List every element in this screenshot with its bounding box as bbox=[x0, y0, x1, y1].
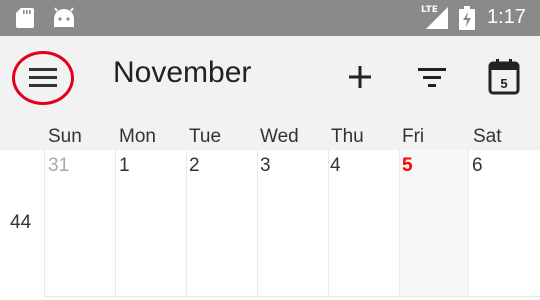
day-cell-thu[interactable]: 4 bbox=[328, 150, 399, 296]
today-day-number: 5 bbox=[500, 76, 507, 91]
add-event-button[interactable] bbox=[343, 60, 377, 94]
weekday-tue: Tue bbox=[189, 126, 222, 147]
weekday-fri: Fri bbox=[402, 126, 425, 147]
filter-button[interactable] bbox=[413, 60, 451, 94]
weekday-mon: Mon bbox=[119, 126, 156, 147]
day-cell-tue[interactable]: 2 bbox=[186, 150, 257, 296]
day-cell-wed[interactable]: 3 bbox=[257, 150, 328, 296]
day-cell-fri-today[interactable]: 5 bbox=[399, 150, 469, 296]
weekday-thu: Thu bbox=[331, 126, 364, 147]
day-cell-sun[interactable]: 31 bbox=[44, 150, 115, 296]
android-icon bbox=[54, 7, 74, 27]
weekday-sun: Sun bbox=[48, 126, 82, 147]
calendar-today-icon: 5 bbox=[488, 59, 520, 95]
day-number: 6 bbox=[472, 155, 483, 176]
plus-icon bbox=[349, 66, 371, 88]
today-button[interactable]: 5 bbox=[485, 56, 523, 98]
day-number: 3 bbox=[260, 155, 271, 176]
week-number: 44 bbox=[10, 212, 32, 233]
day-number: 1 bbox=[119, 155, 130, 176]
signal-icon bbox=[426, 7, 448, 29]
day-number: 2 bbox=[189, 155, 200, 176]
weekday-wed: Wed bbox=[260, 126, 299, 147]
today-day-number: 5 bbox=[402, 155, 413, 176]
day-number: 4 bbox=[330, 155, 341, 176]
weekday-sat: Sat bbox=[473, 126, 502, 147]
week-row: 44 31 1 2 3 4 5 6 bbox=[0, 150, 540, 300]
day-cell-sat[interactable]: 6 bbox=[469, 150, 540, 296]
status-time: 1:17 bbox=[487, 6, 526, 28]
menu-button[interactable] bbox=[12, 51, 74, 105]
battery-charging-icon bbox=[459, 6, 475, 30]
weekday-header: Sun Mon Tue Wed Thu Fri Sat bbox=[0, 120, 540, 150]
filter-icon bbox=[418, 68, 446, 87]
app-toolbar: November 5 bbox=[0, 36, 540, 120]
page-title: November bbox=[113, 56, 252, 89]
day-number: 31 bbox=[48, 155, 70, 176]
row-divider bbox=[44, 296, 540, 297]
day-cell-mon[interactable]: 1 bbox=[115, 150, 186, 296]
sd-card-icon bbox=[16, 8, 34, 28]
status-bar: LTE 1:17 bbox=[0, 0, 540, 36]
